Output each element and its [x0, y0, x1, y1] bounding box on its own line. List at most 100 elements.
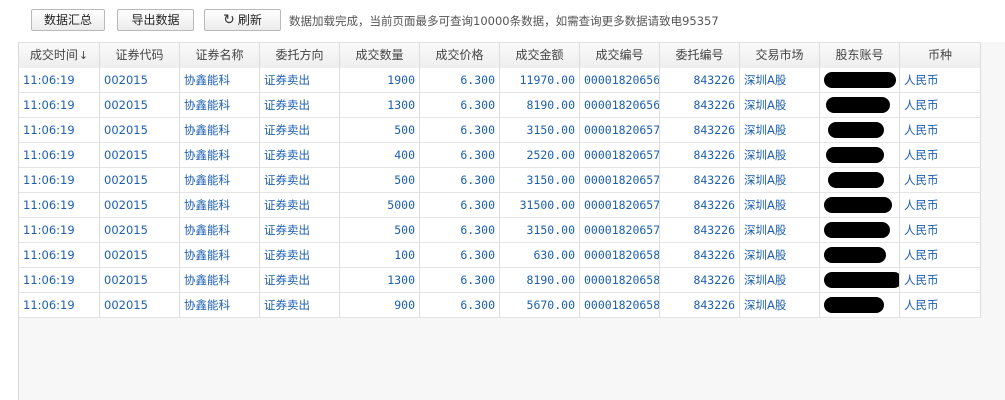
- table-row[interactable]: 11:06:19 002015 协鑫能科 证券卖出 900 6.300 5670.00 000…: [19, 293, 981, 318]
- table-row[interactable]: 11:06:19 002015 协鑫能科 证券卖出 1300 6.300 8190.00 00…: [19, 268, 981, 293]
- security-name-cell: 协鑫能科: [180, 168, 260, 192]
- security-code-cell: 002015: [100, 93, 180, 117]
- direction-cell: 证券卖出: [260, 293, 340, 317]
- direction-cell: 证券卖出: [260, 143, 340, 167]
- trade-number-cell: 000018206582: [580, 268, 660, 292]
- currency-cell: 人民币: [900, 68, 981, 92]
- account-cell: [820, 118, 900, 142]
- table-row[interactable]: 11:06:19 002015 协鑫能科 证券卖出 100 6.300 630.00 0000…: [19, 243, 981, 268]
- table-row[interactable]: 11:06:19 002015 协鑫能科 证券卖出 500 6.300 3150.00 000…: [19, 118, 981, 143]
- order-number-cell: 843226: [660, 93, 740, 117]
- price-cell: 6.300: [420, 118, 500, 142]
- export-data-button[interactable]: 导出数据: [117, 9, 194, 31]
- market-cell: 深圳A股: [740, 243, 820, 267]
- toolbar: 数据汇总 导出数据 ↻ 刷新 数据加载完成，当前页面最多可查询10000条数据，如…: [0, 0, 1005, 40]
- table-row[interactable]: 11:06:19 002015 协鑫能科 证券卖出 1300 6.300 8190.00 00…: [19, 93, 981, 118]
- security-code-cell: 002015: [100, 68, 180, 92]
- currency-cell: 人民币: [900, 218, 981, 242]
- trade-time-cell: 11:06:19: [19, 168, 100, 192]
- security-code-cell: 002015: [100, 268, 180, 292]
- trade-number-cell: 000018206566: [580, 68, 660, 92]
- column-header-trade-time[interactable]: 成交时间↓: [19, 43, 100, 68]
- column-header-amount[interactable]: 成交金额: [500, 43, 580, 68]
- quantity-cell: 5000: [340, 193, 420, 217]
- table-row[interactable]: 11:06:19 002015 协鑫能科 证券卖出 500 6.300 3150.00 000…: [19, 168, 981, 193]
- quantity-cell: 900: [340, 293, 420, 317]
- security-code-cell: 002015: [100, 218, 180, 242]
- account-cell: [820, 268, 900, 292]
- data-summary-button[interactable]: 数据汇总: [31, 9, 105, 31]
- currency-cell: 人民币: [900, 243, 981, 267]
- column-header-market[interactable]: 交易市场: [740, 43, 820, 68]
- refresh-icon: ↻: [223, 12, 235, 28]
- column-header-security-name[interactable]: 证券名称: [180, 43, 260, 68]
- quantity-cell: 400: [340, 143, 420, 167]
- trade-number-cell: 000018206572: [580, 143, 660, 167]
- quantity-cell: 1300: [340, 93, 420, 117]
- redaction-mark: [824, 72, 896, 88]
- redaction-mark: [824, 222, 890, 238]
- order-number-cell: 843226: [660, 218, 740, 242]
- account-cell: [820, 168, 900, 192]
- amount-cell: 5670.00: [500, 293, 580, 317]
- market-cell: 深圳A股: [740, 218, 820, 242]
- direction-cell: 证券卖出: [260, 193, 340, 217]
- column-header-account[interactable]: 股东账号: [820, 43, 900, 68]
- security-code-cell: 002015: [100, 293, 180, 317]
- trade-table: 成交时间↓ 证券代码 证券名称 委托方向 成交数量 成交价格 成交金额 成交编号…: [18, 42, 1005, 400]
- amount-cell: 8190.00: [500, 268, 580, 292]
- security-code-cell: 002015: [100, 143, 180, 167]
- market-cell: 深圳A股: [740, 118, 820, 142]
- trade-time-cell: 11:06:19: [19, 193, 100, 217]
- account-cell: [820, 143, 900, 167]
- security-name-cell: 协鑫能科: [180, 118, 260, 142]
- redaction-mark: [826, 97, 890, 113]
- redaction-mark: [824, 297, 884, 313]
- column-header-trade-number[interactable]: 成交编号: [580, 43, 660, 68]
- trade-time-cell: 11:06:19: [19, 293, 100, 317]
- price-cell: 6.300: [420, 193, 500, 217]
- table-row[interactable]: 11:06:19 002015 协鑫能科 证券卖出 5000 6.300 31500.00 0…: [19, 193, 981, 218]
- amount-cell: 3150.00: [500, 118, 580, 142]
- price-cell: 6.300: [420, 268, 500, 292]
- column-header-security-code[interactable]: 证券代码: [100, 43, 180, 68]
- refresh-label: 刷新: [237, 13, 262, 27]
- price-cell: 6.300: [420, 243, 500, 267]
- refresh-button[interactable]: ↻ 刷新: [204, 9, 281, 31]
- table-header: 成交时间↓ 证券代码 证券名称 委托方向 成交数量 成交价格 成交金额 成交编号…: [19, 42, 981, 69]
- trade-time-cell: 11:06:19: [19, 243, 100, 267]
- currency-cell: 人民币: [900, 143, 981, 167]
- column-header-order-number[interactable]: 委托编号: [660, 43, 740, 68]
- currency-cell: 人民币: [900, 193, 981, 217]
- market-cell: 深圳A股: [740, 293, 820, 317]
- currency-cell: 人民币: [900, 293, 981, 317]
- trade-number-cell: 000018206578: [580, 218, 660, 242]
- status-message: 数据加载完成，当前页面最多可查询10000条数据，如需查询更多数据请致电9535…: [289, 14, 719, 28]
- column-header-direction[interactable]: 委托方向: [260, 43, 340, 68]
- table-row[interactable]: 11:06:19 002015 协鑫能科 证券卖出 500 6.300 3150.00 000…: [19, 218, 981, 243]
- account-cell: [820, 93, 900, 117]
- table-row[interactable]: 11:06:19 002015 协鑫能科 证券卖出 1900 6.300 11970.00 0…: [19, 68, 981, 93]
- trade-time-cell: 11:06:19: [19, 268, 100, 292]
- trade-number-cell: 000018206584: [580, 293, 660, 317]
- market-cell: 深圳A股: [740, 93, 820, 117]
- direction-cell: 证券卖出: [260, 243, 340, 267]
- amount-cell: 630.00: [500, 243, 580, 267]
- column-header-currency[interactable]: 币种: [900, 43, 981, 68]
- price-cell: 6.300: [420, 168, 500, 192]
- quantity-cell: 1900: [340, 68, 420, 92]
- price-cell: 6.300: [420, 68, 500, 92]
- order-number-cell: 843226: [660, 143, 740, 167]
- table-row[interactable]: 11:06:19 002015 协鑫能科 证券卖出 400 6.300 2520.00 000…: [19, 143, 981, 168]
- amount-cell: 31500.00: [500, 193, 580, 217]
- column-header-price[interactable]: 成交价格: [420, 43, 500, 68]
- amount-cell: 2520.00: [500, 143, 580, 167]
- trade-number-cell: 000018206576: [580, 193, 660, 217]
- quantity-cell: 500: [340, 168, 420, 192]
- currency-cell: 人民币: [900, 118, 981, 142]
- trade-time-cell: 11:06:19: [19, 143, 100, 167]
- column-header-quantity[interactable]: 成交数量: [340, 43, 420, 68]
- redaction-mark: [826, 147, 884, 163]
- quantity-cell: 500: [340, 118, 420, 142]
- redaction-mark: [824, 197, 892, 213]
